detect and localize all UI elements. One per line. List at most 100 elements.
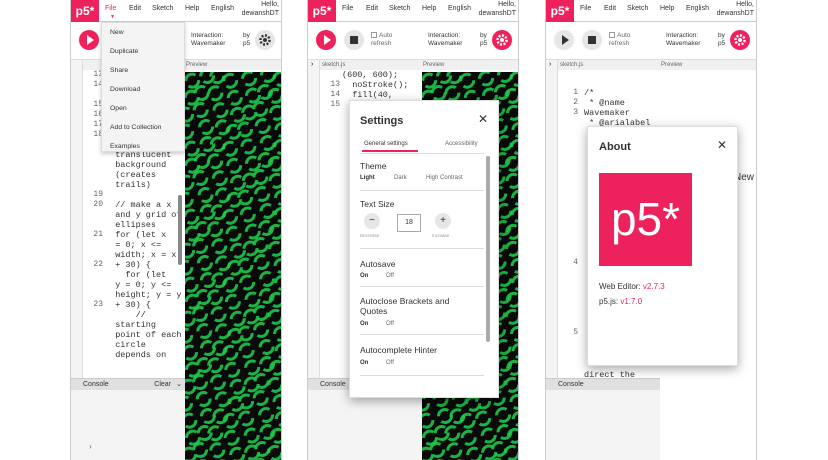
menu-item-new[interactable]: New <box>110 29 124 36</box>
autoclose-on[interactable]: On <box>360 321 368 327</box>
stop-button[interactable] <box>344 30 364 50</box>
preview-ellipse <box>229 242 246 259</box>
theme-dark-option[interactable]: Dark <box>394 175 407 181</box>
editor-scrollbar[interactable] <box>178 195 182 265</box>
console-label: Console <box>320 381 346 388</box>
preview-ellipse <box>194 153 211 170</box>
menu-item-duplicate[interactable]: Duplicate <box>110 48 138 55</box>
auto-refresh-toggle[interactable]: Auto refresh <box>371 32 411 48</box>
gutter-line <box>558 298 578 308</box>
play-button[interactable] <box>316 30 336 50</box>
code-editor[interactable]: /* * @name Wavemaker * @arialabel <box>584 88 650 128</box>
play-button[interactable] <box>79 30 99 50</box>
nav-help[interactable]: Help <box>422 5 436 12</box>
nav-sketch[interactable]: Sketch <box>152 5 173 12</box>
gutter-line: 20 <box>93 200 103 209</box>
tab-general-settings[interactable]: General settings <box>364 141 408 147</box>
gutter-line <box>558 288 578 298</box>
nav-sketch[interactable]: Sketch <box>627 5 648 12</box>
editor-tab-bar[interactable]: sketch.js <box>558 60 659 70</box>
tab-accessibility[interactable]: Accessibility <box>445 141 478 147</box>
user-greeting[interactable]: Hello, dewanshDT <box>717 0 754 18</box>
nav-help[interactable]: Help <box>185 5 199 12</box>
preview-ellipse <box>240 138 257 155</box>
preview-ellipse <box>214 323 231 340</box>
menu-item-examples[interactable]: Examples <box>110 143 140 150</box>
nav-sketch[interactable]: Sketch <box>389 5 410 12</box>
theme-light-option[interactable]: Light <box>360 175 375 181</box>
preview-ellipse <box>239 274 256 291</box>
menu-item-add-to-collection[interactable]: Add to Collection <box>110 124 161 131</box>
preview-ellipse <box>244 155 261 172</box>
decrease-text-button[interactable]: − <box>364 213 380 229</box>
nav-edit[interactable]: Edit <box>129 5 141 12</box>
chevron-right-icon[interactable]: › <box>311 61 313 68</box>
modal-scrollbar[interactable] <box>486 156 490 342</box>
theme-high-contrast-option[interactable]: High Contrast <box>426 175 463 181</box>
user-greeting[interactable]: Hello, dewanshDT <box>479 0 516 18</box>
nav-file[interactable]: File <box>342 5 353 12</box>
gutter-line <box>83 210 103 220</box>
text-size-label: Text Size <box>360 199 395 209</box>
gutter-line: 15 <box>93 100 103 109</box>
stop-button[interactable] <box>582 30 602 50</box>
nav-language[interactable]: English <box>448 5 471 12</box>
preview-ellipse <box>185 276 199 293</box>
auto-refresh-toggle[interactable]: Auto refresh <box>609 32 649 48</box>
p5-logo[interactable]: p5* <box>308 0 336 22</box>
autoclose-off[interactable]: Off <box>386 321 394 327</box>
preview-ellipse <box>495 407 512 424</box>
autosave-off[interactable]: Off <box>386 273 394 279</box>
preview-ellipse <box>254 118 271 135</box>
checkbox-icon[interactable] <box>609 32 615 38</box>
editor-tab-bar[interactable]: sketch.js <box>320 60 421 70</box>
code-line: + 30) { <box>105 260 151 270</box>
sketch-title: Interaction: Wavemaker <box>666 32 701 47</box>
code-line: point of each <box>105 330 182 340</box>
p5-logo[interactable]: p5* <box>546 0 574 22</box>
code-editor[interactable]: (600, 600); noStroke(); fill(40, <box>342 70 408 100</box>
console-output: › <box>71 390 185 460</box>
preview-ellipse <box>267 444 281 460</box>
gutter-line <box>558 188 578 198</box>
chevron-right-icon[interactable]: › <box>549 61 551 68</box>
preview-ellipse <box>196 323 213 340</box>
preview-ellipse <box>185 140 200 157</box>
autosave-on[interactable]: On <box>360 273 368 279</box>
preview-ellipse <box>238 410 255 427</box>
close-icon[interactable]: ✕ <box>717 138 727 152</box>
nav-file[interactable]: File <box>580 5 591 12</box>
nav-help[interactable]: Help <box>660 5 674 12</box>
close-icon[interactable]: ✕ <box>478 112 488 126</box>
settings-button[interactable] <box>255 30 275 50</box>
autocomplete-off[interactable]: Off <box>386 360 394 366</box>
preview-ellipse <box>195 391 212 408</box>
p5-logo[interactable]: p5* <box>71 0 99 22</box>
preview-ellipse <box>223 429 240 446</box>
preview-ellipse <box>185 310 196 327</box>
menu-item-open[interactable]: Open <box>110 105 127 112</box>
checkbox-icon[interactable] <box>371 32 377 38</box>
menu-item-share[interactable]: Share <box>110 67 128 74</box>
preview-ellipse <box>185 412 198 429</box>
play-button[interactable] <box>554 30 574 50</box>
autoclose-label: Autoclose Brackets and Quotes <box>360 296 450 316</box>
console-bar[interactable]: Console Clear ⌄ <box>71 378 185 390</box>
menu-item-download[interactable]: Download <box>110 86 140 93</box>
console-bar[interactable]: Console <box>546 378 660 390</box>
gear-icon <box>496 34 508 46</box>
settings-button[interactable] <box>730 30 750 50</box>
nav-language[interactable]: English <box>686 5 709 12</box>
nav-language[interactable]: English <box>211 5 234 12</box>
preview-ellipse <box>509 393 518 410</box>
nav-file[interactable]: File <box>105 5 116 12</box>
user-greeting[interactable]: Hello, dewanshDT <box>242 0 279 18</box>
increase-text-button[interactable]: + <box>435 213 451 229</box>
autocomplete-on[interactable]: On <box>360 360 368 366</box>
gutter-line <box>558 128 578 138</box>
text-size-input[interactable]: 18 <box>397 214 421 232</box>
nav-edit[interactable]: Edit <box>604 5 616 12</box>
nav-edit[interactable]: Edit <box>366 5 378 12</box>
settings-button[interactable] <box>492 30 512 50</box>
preview-ellipse <box>496 203 513 220</box>
